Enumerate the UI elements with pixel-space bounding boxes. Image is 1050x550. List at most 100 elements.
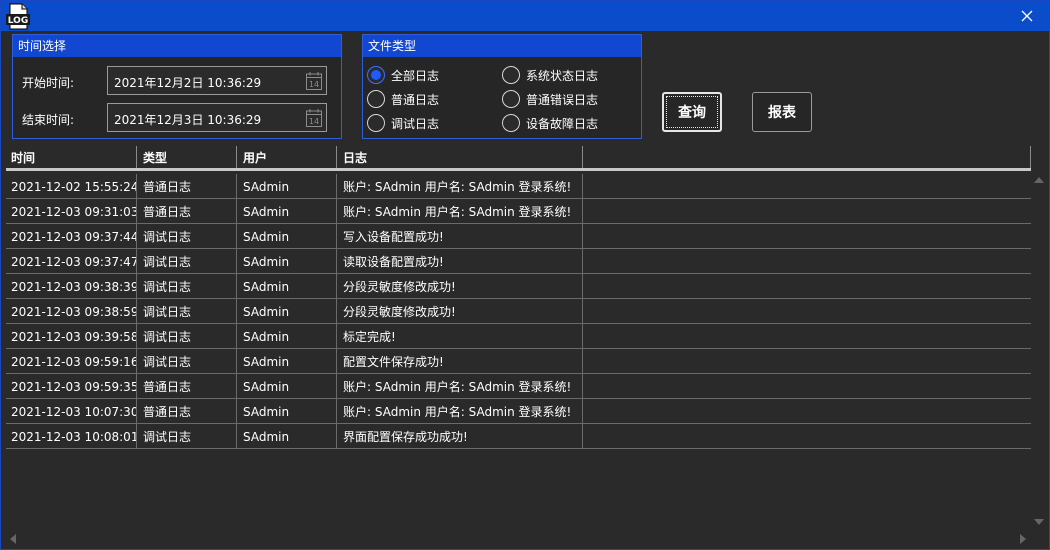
cell-type: 调试日志	[137, 349, 237, 374]
radio-indicator[interactable]	[367, 90, 385, 108]
cell-user: SAdmin	[237, 424, 337, 449]
cell-log: 读取设备配置成功!	[337, 249, 583, 274]
calendar-day: 14	[309, 80, 319, 89]
table-row[interactable]: 2021-12-03 10:08:01 调试日志 SAdmin 界面配置保存成功成功!	[6, 424, 1031, 449]
cell-type: 普通日志	[137, 374, 237, 399]
header-end-divider	[1030, 146, 1031, 168]
cell-log: 配置文件保存成功!	[337, 349, 583, 374]
time-selection-group: 时间选择 开始时间: 2021年12月2日 10:36:29 14 结束时间: …	[12, 34, 342, 139]
column-header-user[interactable]: 用户	[237, 146, 337, 168]
vertical-scrollbar[interactable]	[1032, 173, 1046, 528]
cell-user: SAdmin	[237, 249, 337, 274]
cell-type: 调试日志	[137, 249, 237, 274]
column-header-time[interactable]: 时间	[6, 146, 137, 168]
cell-time: 2021-12-02 15:55:24	[6, 174, 137, 199]
scroll-up-icon[interactable]	[1034, 177, 1044, 183]
log-table: 时间 类型 用户 日志 2021-12-02 15:55:24 普通日志 SAdmi…	[6, 146, 1031, 449]
radio-label: 系统状态日志	[526, 68, 599, 83]
calendar-day: 14	[309, 117, 319, 126]
cell-log: 分段灵敏度修改成功!	[337, 299, 583, 324]
column-header-log[interactable]: 日志	[337, 146, 583, 168]
cell-log: 分段灵敏度修改成功!	[337, 274, 583, 299]
time-group-title: 时间选择	[13, 35, 341, 57]
radio-label: 普通错误日志	[526, 92, 599, 107]
scroll-right-icon[interactable]	[1020, 534, 1026, 544]
query-button[interactable]: 查询	[662, 92, 722, 132]
end-time-picker[interactable]: 2021年12月3日 10:36:29 14	[107, 103, 327, 132]
radio-debug-logs[interactable]: 调试日志	[367, 114, 439, 132]
cell-type: 调试日志	[137, 324, 237, 349]
table-row[interactable]: 2021-12-03 09:59:35 普通日志 SAdmin 账户: SAdmin …	[6, 374, 1031, 399]
cell-type: 普通日志	[137, 399, 237, 424]
radio-normal-error-logs[interactable]: 普通错误日志	[502, 90, 598, 108]
cell-user: SAdmin	[237, 174, 337, 199]
log-icon-text: LOG	[8, 16, 28, 26]
calendar-icon[interactable]: 14	[305, 71, 323, 91]
cell-log: 账户: SAdmin 用户名: SAdmin 登录系统!	[337, 374, 583, 399]
cell-type: 调试日志	[137, 424, 237, 449]
table-row[interactable]: 2021-12-03 09:37:44 调试日志 SAdmin 写入设备配置成功!	[6, 224, 1031, 249]
cell-time: 2021-12-03 09:39:58	[6, 324, 137, 349]
calendar-icon[interactable]: 14	[305, 108, 323, 128]
radio-all-logs[interactable]: 全部日志	[367, 66, 439, 84]
radio-label: 普通日志	[391, 92, 440, 107]
table-row[interactable]: 2021-12-02 15:55:24 普通日志 SAdmin 账户: SAdmin …	[6, 174, 1031, 199]
cell-type: 调试日志	[137, 224, 237, 249]
radio-indicator[interactable]	[502, 66, 520, 84]
cell-time: 2021-12-03 09:59:35	[6, 374, 137, 399]
cell-type: 普通日志	[137, 199, 237, 224]
cell-user: SAdmin	[237, 299, 337, 324]
title-bar: LOG	[1, 1, 1049, 31]
radio-system-status-logs[interactable]: 系统状态日志	[502, 66, 598, 84]
radio-indicator[interactable]	[367, 66, 385, 84]
cell-time: 2021-12-03 09:37:47	[6, 249, 137, 274]
table-row[interactable]: 2021-12-03 09:31:03 普通日志 SAdmin 账户: SAdmin …	[6, 199, 1031, 224]
horizontal-scrollbar[interactable]	[6, 531, 1032, 545]
table-row[interactable]: 2021-12-03 09:59:16 调试日志 SAdmin 配置文件保存成功!	[6, 349, 1031, 374]
radio-label: 调试日志	[391, 116, 440, 131]
table-row[interactable]: 2021-12-03 10:07:30 普通日志 SAdmin 账户: SAdmin …	[6, 399, 1031, 424]
column-header-type[interactable]: 类型	[137, 146, 237, 168]
cell-log: 写入设备配置成功!	[337, 224, 583, 249]
table-row[interactable]: 2021-12-03 09:37:47 调试日志 SAdmin 读取设备配置成功!	[6, 249, 1031, 274]
radio-device-fault-logs[interactable]: 设备故障日志	[502, 114, 598, 132]
radio-indicator[interactable]	[502, 90, 520, 108]
start-time-label: 开始时间:	[22, 76, 75, 90]
cell-time: 2021-12-03 09:38:39	[6, 274, 137, 299]
close-icon[interactable]	[1019, 8, 1035, 24]
cell-time: 2021-12-03 10:07:30	[6, 399, 137, 424]
radio-indicator[interactable]	[367, 114, 385, 132]
cell-log: 账户: SAdmin 用户名: SAdmin 登录系统!	[337, 199, 583, 224]
start-time-value: 2021年12月2日 10:36:29	[114, 76, 262, 90]
radio-label: 全部日志	[391, 68, 440, 83]
table-row[interactable]: 2021-12-03 09:38:39 调试日志 SAdmin 分段灵敏度修改成功!	[6, 274, 1031, 299]
table-row[interactable]: 2021-12-03 09:39:58 调试日志 SAdmin 标定完成!	[6, 324, 1031, 349]
cell-time: 2021-12-03 09:31:03	[6, 199, 137, 224]
scroll-down-icon[interactable]	[1034, 519, 1044, 525]
cell-user: SAdmin	[237, 399, 337, 424]
cell-user: SAdmin	[237, 324, 337, 349]
radio-label: 设备故障日志	[526, 116, 599, 131]
end-time-value: 2021年12月3日 10:36:29	[114, 113, 262, 127]
table-row[interactable]: 2021-12-03 09:38:59 调试日志 SAdmin 分段灵敏度修改成功!	[6, 299, 1031, 324]
cell-time: 2021-12-03 10:08:01	[6, 424, 137, 449]
log-file-icon: LOG	[6, 3, 30, 30]
cell-user: SAdmin	[237, 374, 337, 399]
end-time-label: 结束时间:	[22, 113, 75, 127]
file-type-group: 文件类型 全部日志 普通日志 调试日志 系统状态日志 普通错误日志 设备故障日志	[362, 34, 642, 139]
cell-log: 界面配置保存成功成功!	[337, 424, 583, 449]
report-button[interactable]: 报表	[752, 92, 812, 132]
radio-indicator[interactable]	[502, 114, 520, 132]
radio-normal-logs[interactable]: 普通日志	[367, 90, 439, 108]
cell-type: 普通日志	[137, 174, 237, 199]
cell-user: SAdmin	[237, 274, 337, 299]
cell-log: 标定完成!	[337, 324, 583, 349]
cell-time: 2021-12-03 09:37:44	[6, 224, 137, 249]
scroll-left-icon[interactable]	[10, 534, 16, 544]
start-time-picker[interactable]: 2021年12月2日 10:36:29 14	[107, 66, 327, 95]
cell-user: SAdmin	[237, 349, 337, 374]
table-header: 时间 类型 用户 日志	[6, 146, 1031, 171]
type-group-title: 文件类型	[363, 35, 641, 57]
cell-log: 账户: SAdmin 用户名: SAdmin 登录系统!	[337, 174, 583, 199]
cell-time: 2021-12-03 09:38:59	[6, 299, 137, 324]
